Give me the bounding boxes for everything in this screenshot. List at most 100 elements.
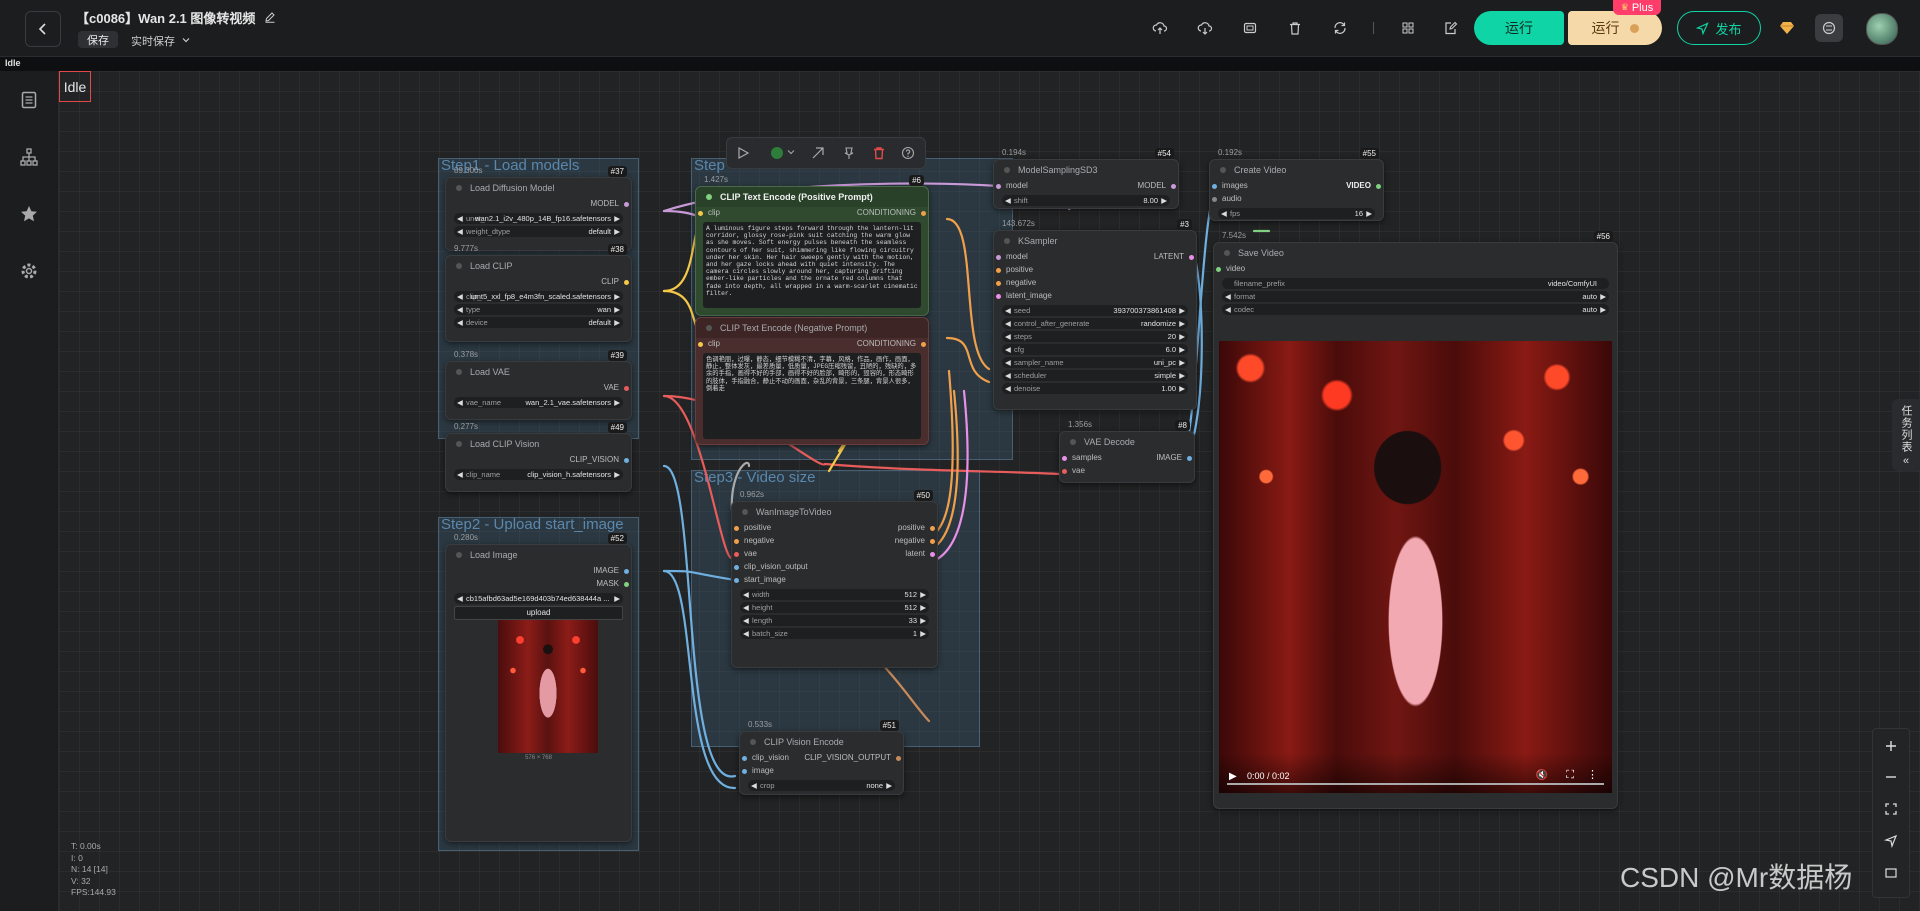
input-socket[interactable] <box>734 565 739 570</box>
arrow-left-icon[interactable]: ◀ <box>743 590 749 599</box>
arrow-left-icon[interactable]: ◀ <box>1225 305 1231 314</box>
widget-width[interactable]: ◀ width 512 ▶ <box>740 589 929 600</box>
input-socket[interactable] <box>698 342 703 347</box>
widget-type[interactable]: ◀ type wan ▶ <box>454 304 623 315</box>
output-socket[interactable] <box>624 202 629 207</box>
edit-title-icon[interactable] <box>262 9 278 25</box>
widget-vae-name[interactable]: ◀ vae_name wan_2.1_vae.safetensors ▶ <box>454 397 623 408</box>
arrow-right-icon[interactable]: ▶ <box>1366 209 1372 218</box>
arrow-right-icon[interactable]: ▶ <box>614 292 620 301</box>
collapse-dot-icon[interactable] <box>1070 439 1076 445</box>
widget-sampler-name[interactable]: ◀ sampler_name uni_pc ▶ <box>1002 357 1188 368</box>
arrow-left-icon[interactable]: ◀ <box>1005 332 1011 341</box>
task-list-tab[interactable]: 任务列表 « <box>1892 399 1920 471</box>
input-socket[interactable] <box>698 211 703 216</box>
arrow-right-icon[interactable]: ▶ <box>920 629 926 638</box>
arrow-right-icon[interactable]: ▶ <box>1161 196 1167 205</box>
grid-icon[interactable] <box>1394 14 1422 42</box>
widget-fps[interactable]: ◀ fps 16 ▶ <box>1218 208 1375 219</box>
arrow-right-icon[interactable]: ▶ <box>614 398 620 407</box>
input-socket[interactable] <box>734 539 739 544</box>
locate-icon[interactable] <box>1877 827 1905 855</box>
arrow-left-icon[interactable]: ◀ <box>1005 358 1011 367</box>
node-load-clip-vision[interactable]: 0.277s #49 Load CLIP Vision CLIP_VISION … <box>445 422 632 492</box>
autosave-label[interactable]: 实时保存 <box>131 33 175 49</box>
arrow-left-icon[interactable]: ◀ <box>1005 196 1011 205</box>
upload-icon[interactable] <box>1146 14 1174 42</box>
app-grid-icon[interactable] <box>1815 14 1843 42</box>
input-socket[interactable] <box>742 769 747 774</box>
node-vae-decode[interactable]: 1.356s #8 VAE Decode samples IMAGE vae <box>1059 420 1195 483</box>
run-button[interactable]: 运行 <box>1474 11 1564 45</box>
output-socket[interactable] <box>1171 184 1176 189</box>
collapse-dot-icon[interactable] <box>456 441 462 447</box>
widget-denoise[interactable]: ◀ denoise 1.00 ▶ <box>1002 383 1188 394</box>
document-icon[interactable] <box>15 86 43 114</box>
chevron-down-icon[interactable] <box>181 35 191 45</box>
arrow-left-icon[interactable]: ◀ <box>457 398 463 407</box>
input-socket[interactable] <box>996 281 1001 286</box>
back-button[interactable] <box>25 11 61 47</box>
widget-length[interactable]: ◀ length 33 ▶ <box>740 615 929 626</box>
arrow-right-icon[interactable]: ▶ <box>614 305 620 314</box>
arrow-left-icon[interactable]: ◀ <box>743 603 749 612</box>
widget-device[interactable]: ◀ device default ▶ <box>454 317 623 328</box>
collapse-dot-icon[interactable] <box>1220 167 1226 173</box>
settings-icon[interactable] <box>15 257 43 285</box>
widget-shift[interactable]: ◀ shift 8.00 ▶ <box>1002 195 1170 206</box>
node-load-vae[interactable]: 0.378s #39 Load VAE VAE ◀ vae_name wan_2.1… <box>445 350 632 420</box>
collapse-dot-icon[interactable] <box>742 509 748 515</box>
input-socket[interactable] <box>1062 469 1067 474</box>
node-wan-image-to-video[interactable]: 0.962s #50 WanImageToVideo positive posi… <box>731 490 938 668</box>
arrow-right-icon[interactable]: ▶ <box>1600 292 1606 301</box>
output-socket[interactable] <box>930 552 935 557</box>
arrow-right-icon[interactable]: ▶ <box>1600 305 1606 314</box>
widget-unet-name[interactable]: ◀ unet_ wan2.1_i2v_480p_14B_fp16.safetenso… <box>454 213 623 224</box>
arrow-left-icon[interactable]: ◀ <box>457 214 463 223</box>
arrow-left-icon[interactable]: ◀ <box>743 629 749 638</box>
input-socket[interactable] <box>996 294 1001 299</box>
arrow-right-icon[interactable]: ▶ <box>920 590 926 599</box>
trash-icon[interactable] <box>1281 14 1309 42</box>
input-socket[interactable] <box>996 255 1001 260</box>
play-icon[interactable]: ▶ <box>1229 771 1237 782</box>
arrow-left-icon[interactable]: ◀ <box>1005 384 1011 393</box>
arrow-left-icon[interactable]: ◀ <box>1221 209 1227 218</box>
node-load-image[interactable]: 0.280s #52 Load Image IMAGE MASK ◀ cb15af… <box>445 533 632 842</box>
arrow-left-icon[interactable]: ◀ <box>743 616 749 625</box>
node-tree-icon[interactable] <box>15 143 43 171</box>
widget-clip-vision-name[interactable]: ◀ clip_name clip_vision_h.safetensors ▶ <box>454 469 623 480</box>
avatar[interactable] <box>1866 13 1898 45</box>
arrow-right-icon[interactable]: ▶ <box>614 594 620 603</box>
arrow-left-icon[interactable]: ◀ <box>457 227 463 236</box>
arrow-left-icon[interactable]: ◀ <box>751 781 757 790</box>
workflow-canvas[interactable]: Idle Step1 - Load models Step2 - Upload … <box>59 71 1920 911</box>
help-icon[interactable] <box>901 146 915 160</box>
video-progress-track[interactable] <box>1227 783 1604 785</box>
arrow-right-icon[interactable]: ▶ <box>614 318 620 327</box>
output-socket[interactable] <box>1187 456 1192 461</box>
video-player[interactable]: ▶ 0:00 / 0:02 🔇 ⛶ ⋮ <box>1219 341 1612 793</box>
widget-control-after-generate[interactable]: ◀ control_after_generate randomize ▶ <box>1002 318 1188 329</box>
collapse-dot-icon[interactable] <box>456 552 462 558</box>
color-dot-icon[interactable] <box>771 147 783 159</box>
chevron-down-icon[interactable] <box>787 148 795 156</box>
widget-filename-prefix[interactable]: filename_prefix video/ComfyUI <box>1222 278 1609 289</box>
node-ksampler[interactable]: 143.672s #3 KSampler model LATENT positi… <box>993 219 1197 410</box>
more-icon[interactable]: ⋮ <box>1587 768 1598 781</box>
input-socket[interactable] <box>1212 184 1217 189</box>
zoom-out-icon[interactable] <box>1877 763 1905 791</box>
arrow-left-icon[interactable]: ◀ <box>457 318 463 327</box>
output-socket[interactable] <box>624 582 629 587</box>
arrow-right-icon[interactable]: ▶ <box>920 603 926 612</box>
mute-icon[interactable]: 🔇 <box>1536 770 1548 781</box>
upload-button[interactable]: upload <box>454 606 623 620</box>
widget-format[interactable]: ◀ format auto ▶ <box>1222 291 1609 302</box>
input-socket[interactable] <box>734 578 739 583</box>
arrow-right-icon[interactable]: ▶ <box>1179 332 1185 341</box>
refresh-icon[interactable] <box>1326 14 1354 42</box>
publish-button[interactable]: 发布 <box>1677 11 1761 45</box>
widget-codec[interactable]: ◀ codec auto ▶ <box>1222 304 1609 315</box>
prompt-textarea[interactable]: A luminous figure steps forward through … <box>703 222 921 308</box>
input-socket[interactable] <box>1212 197 1217 202</box>
